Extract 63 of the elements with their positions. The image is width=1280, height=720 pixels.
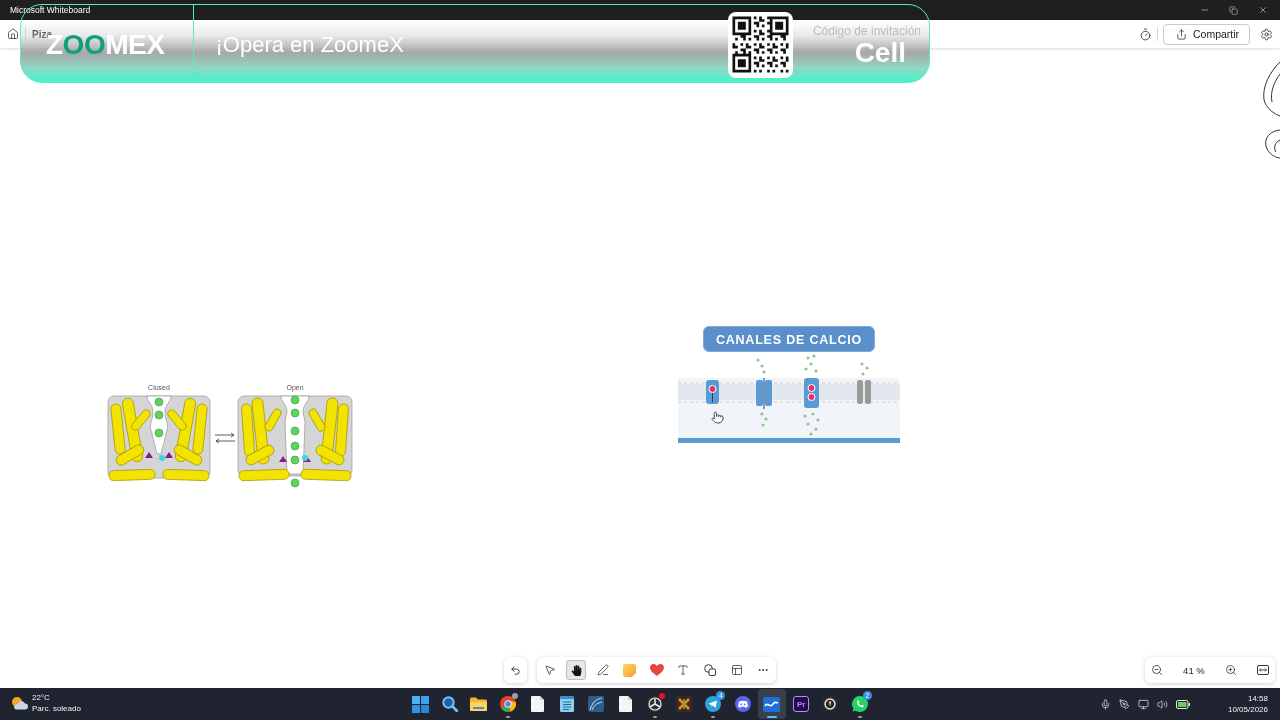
sticky-note-icon [623, 663, 637, 677]
pointer-icon [543, 664, 556, 676]
paper-plane-icon [705, 696, 722, 712]
windows-logo-icon [411, 695, 429, 713]
banner-slogan: ¡Opera en ZoomeX [215, 32, 404, 58]
pen-menu-button[interactable] [1118, 698, 1130, 710]
microphone-icon [1099, 698, 1111, 710]
clock-time: 14:58 [1247, 693, 1268, 704]
phone-chat-icon [851, 696, 868, 712]
curve-tile-icon [588, 696, 605, 712]
zoom-in-icon [1224, 664, 1237, 676]
share-icon [1176, 28, 1187, 40]
folder-icon [470, 697, 488, 711]
fit-screen-icon [1257, 665, 1269, 675]
notepad-icon [559, 696, 574, 712]
zoom-level: 41 % [1183, 664, 1205, 676]
x-tile-icon [675, 696, 692, 712]
restore-icon [1229, 5, 1238, 15]
pen-icon [1118, 698, 1130, 710]
clock-date: 10/05/2026 [1227, 704, 1268, 715]
layout-icon [730, 664, 743, 676]
close-icon [1257, 5, 1268, 15]
hand-icon [570, 664, 582, 676]
microphone-button[interactable] [1099, 698, 1111, 710]
document-icon [530, 696, 544, 712]
shapes-icon [703, 664, 716, 676]
weather-icon [11, 696, 28, 710]
wave-tile-icon [763, 696, 781, 712]
text-icon [677, 664, 690, 676]
battery-button[interactable] [1175, 699, 1190, 709]
figure-title: CANALES DE CALCIO [702, 326, 876, 352]
timer-icon [1139, 27, 1152, 41]
search-icon [441, 696, 458, 712]
share-button[interactable]: Compartir [1163, 23, 1250, 45]
pen-icon [597, 664, 610, 676]
heart-icon [649, 664, 664, 676]
volume-icon [1156, 698, 1168, 710]
taskbar-app-button[interactable]: Pr [787, 689, 816, 719]
volume-button[interactable] [1156, 698, 1168, 710]
zoom-out-icon [1151, 664, 1163, 676]
taskbar-app-button[interactable] [757, 689, 786, 719]
display-button[interactable] [1137, 698, 1149, 710]
browser-icon [500, 696, 517, 712]
weather-condition: Parc. soleado [32, 703, 81, 714]
temperature: 22°C [32, 692, 51, 703]
document-icon [618, 696, 632, 712]
controller-icon [734, 696, 751, 712]
app-logo: Pr [793, 696, 810, 712]
ion-channel-drawing [706, 380, 719, 404]
undo-icon [509, 664, 521, 676]
ring-icon [822, 696, 839, 712]
home-icon [7, 28, 19, 40]
invite-code: Cell [854, 37, 906, 68]
equilibrium-arrows-icon [215, 432, 235, 444]
settings-icon [1260, 27, 1273, 41]
tool-button[interactable] [566, 660, 587, 680]
monitor-icon [1137, 698, 1149, 710]
hand-cursor-icon [711, 411, 724, 424]
ion-channel-drawing [857, 362, 871, 404]
battery-icon [1175, 699, 1190, 709]
undo-button[interactable] [503, 657, 527, 683]
ion-channel-drawing [756, 358, 772, 427]
spoked-circle-icon [646, 696, 663, 712]
